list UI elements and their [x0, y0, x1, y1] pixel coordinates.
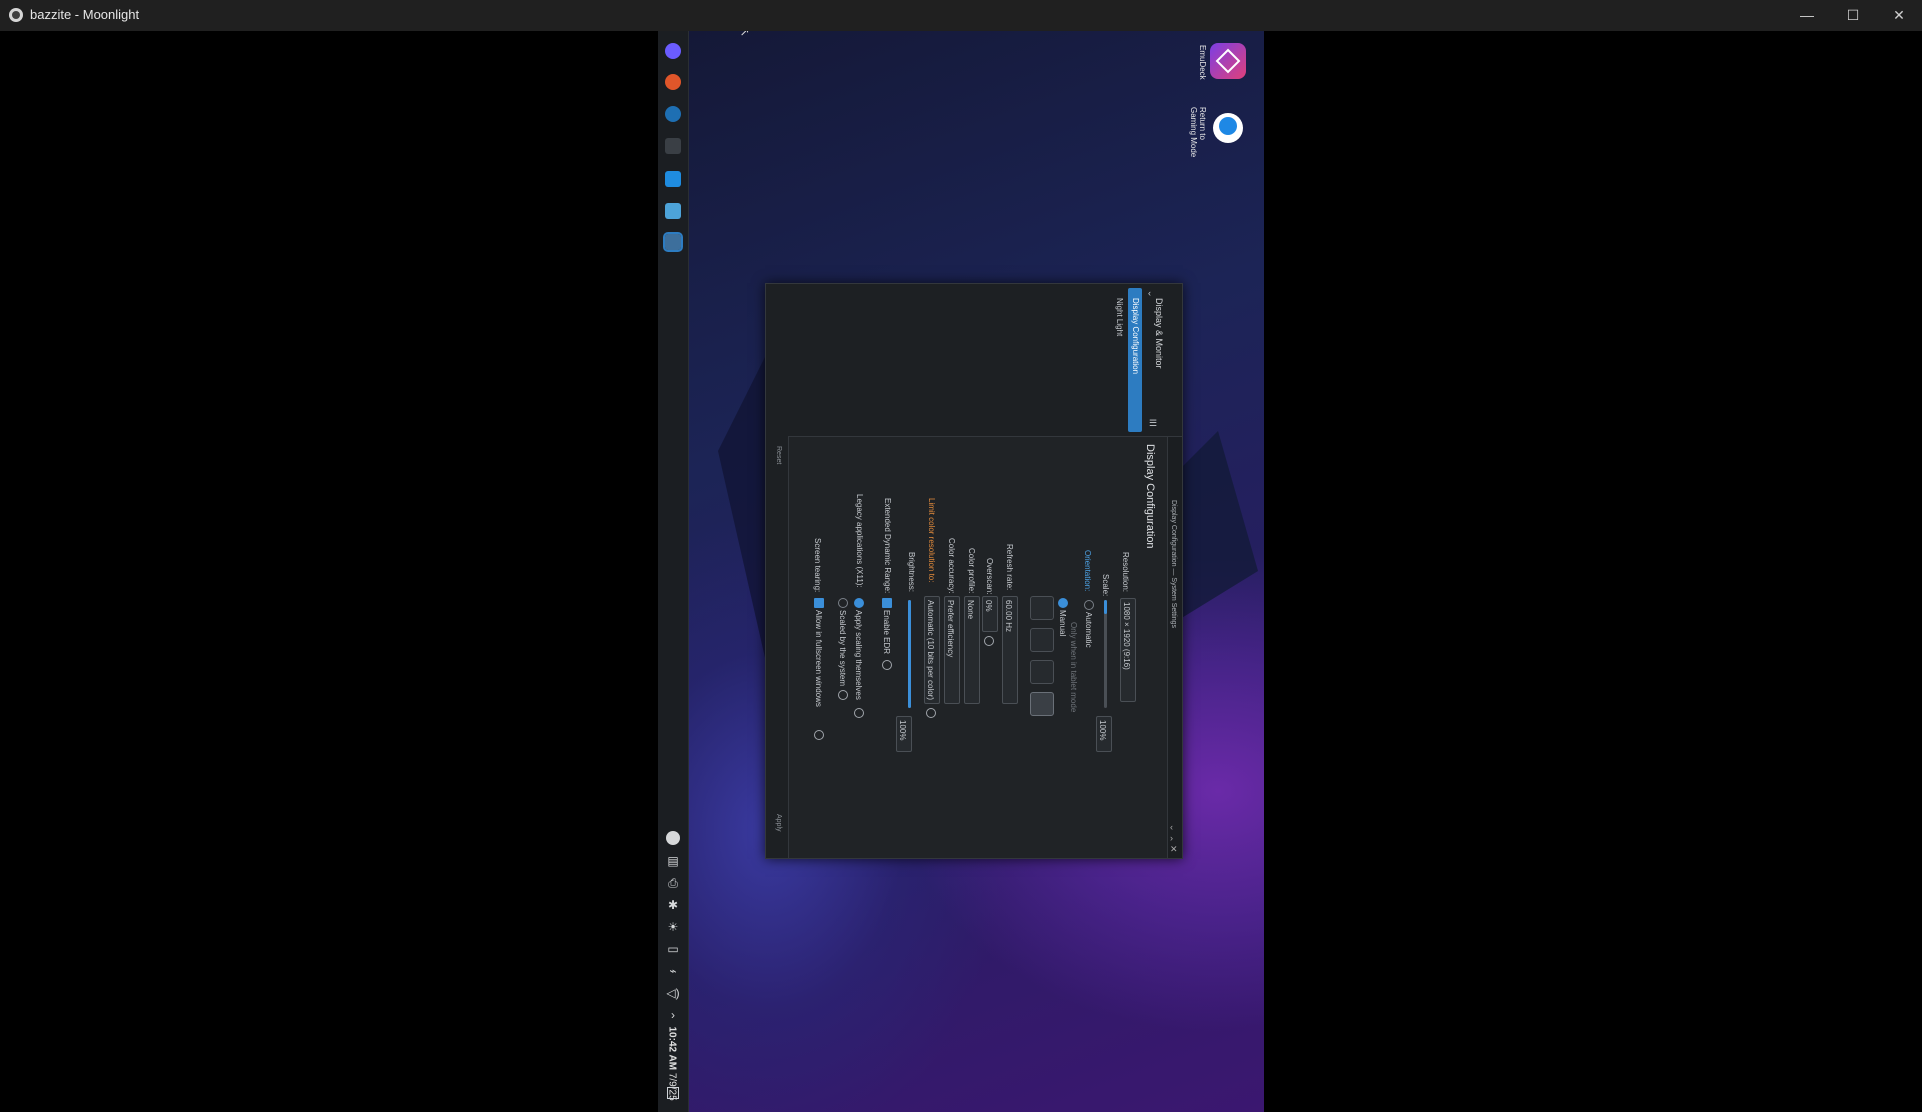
enable-edr-label: Enable EDR: [882, 610, 891, 655]
settings-maximize-icon[interactable]: ›: [1170, 833, 1173, 843]
brightness-slider-fill: [908, 600, 911, 708]
clipboard-icon[interactable]: ▤: [666, 854, 680, 868]
legacy-scaled-system-radio[interactable]: [838, 598, 848, 608]
orientation-landscape-flipped-button[interactable]: [1030, 692, 1054, 716]
firefox-icon[interactable]: [665, 74, 681, 90]
enable-edr-checkbox[interactable]: [882, 598, 892, 608]
scale-slider[interactable]: [1104, 600, 1107, 708]
orientation-automatic-label: Automatic: [1084, 612, 1093, 648]
emudeck-label: EmuDeck: [1198, 45, 1207, 80]
terminal-icon[interactable]: [665, 138, 681, 154]
page-title: Display Configuration: [1144, 444, 1156, 549]
orientation-portrait-button[interactable]: [1030, 596, 1054, 620]
limit-color-info-icon[interactable]: [926, 708, 936, 718]
resolution-value: 1080 × 1920 (9:16): [1122, 602, 1131, 670]
legacy-apply-scaling-radio[interactable]: [854, 598, 864, 608]
network-icon[interactable]: ⌁: [666, 964, 680, 978]
sidebar-item-night-light[interactable]: Night Light: [1115, 298, 1124, 336]
steam-tray-icon[interactable]: [666, 831, 680, 845]
sidebar-item-label: Display Configuration: [1131, 298, 1140, 375]
printer-icon[interactable]: ⎙: [666, 876, 680, 890]
legacy-apply-scaling-label: Apply scaling themselves: [854, 610, 863, 700]
system-settings-window: Display Configuration — System Settings …: [765, 283, 1183, 859]
color-accuracy-label: Color accuracy:: [947, 538, 956, 594]
app-launcher-icon[interactable]: [665, 43, 681, 59]
apply-button[interactable]: Apply: [775, 814, 782, 832]
scale-value: 100%: [1098, 720, 1107, 741]
refresh-rate-value: 60.00 Hz: [1004, 600, 1013, 633]
discover-icon[interactable]: [665, 171, 681, 187]
clock[interactable]: 10:42 AM 7/9/25: [660, 1027, 690, 1101]
legacy-scaled-system-info-icon[interactable]: [838, 690, 848, 700]
color-profile-value: None: [966, 600, 975, 620]
brightness-label: Brightness:: [907, 552, 916, 593]
color-profile-label: Color profile:: [967, 548, 976, 594]
color-accuracy-value: Prefer efficiency: [946, 600, 955, 658]
taskbar: ▤ ⎙ ✱ ☀ ▭ ⌁ ◁) › 10:42 AM 7/9/25: [658, 31, 689, 1112]
screen-tearing-label: Screen tearing:: [813, 538, 822, 593]
file-manager-icon[interactable]: [665, 203, 681, 219]
orientation-label: Orientation:: [1083, 550, 1092, 592]
orientation-automatic-radio[interactable]: [1084, 600, 1094, 610]
orientation-manual-label: Manual: [1058, 610, 1067, 637]
orientation-tablet-note: Only when in tablet mode: [1069, 622, 1078, 713]
return-gaming-mode-label: Return to Gaming Mode: [1189, 107, 1207, 158]
return-gaming-mode-icon[interactable]: [1213, 113, 1243, 143]
moonlight-app-icon: [9, 8, 23, 22]
legacy-apply-scaling-info-icon[interactable]: [854, 708, 864, 718]
volume-icon[interactable]: ◁): [666, 986, 680, 1000]
screen-tearing-info-icon[interactable]: [814, 730, 824, 740]
back-icon[interactable]: ‹: [1148, 288, 1151, 298]
bluetooth-icon[interactable]: ✱: [666, 898, 680, 912]
emudeck-icon[interactable]: [1210, 43, 1246, 79]
remote-desktop: ▤ ⎙ ✱ ☀ ▭ ⌁ ◁) › 10:42 AM 7/9/25 EmuDeck…: [658, 31, 1264, 1112]
close-button[interactable]: ✕: [1876, 0, 1922, 31]
settings-title: Display Configuration — System Settings: [1170, 500, 1177, 628]
limit-color-label: Limit color resolution to:: [927, 498, 936, 583]
expand-tray-icon[interactable]: ›: [666, 1008, 680, 1022]
sidebar-header: Display & Monitor: [1154, 298, 1164, 369]
legacy-apps-label: Legacy applications (X11):: [855, 494, 864, 588]
brightness-value: 100%: [898, 720, 907, 741]
orientation-portrait-flipped-button[interactable]: [1030, 660, 1054, 684]
edr-label: Extended Dynamic Range:: [883, 498, 892, 594]
action-bar: Reset Apply: [766, 436, 789, 858]
system-settings-icon[interactable]: [663, 232, 683, 252]
orientation-landscape-button[interactable]: [1030, 628, 1054, 652]
brightness-icon[interactable]: ☀: [666, 920, 680, 934]
overscan-value: 0%: [984, 600, 993, 612]
refresh-rate-label: Refresh rate:: [1005, 544, 1014, 591]
allow-tearing-label: Allow in fullscreen windows: [814, 610, 823, 707]
orientation-manual-radio[interactable]: [1058, 598, 1068, 608]
minimize-button[interactable]: —: [1784, 0, 1830, 31]
allow-tearing-checkbox[interactable]: [814, 598, 824, 608]
limit-color-value: Automatic (10 bits per color): [926, 600, 935, 701]
steam-icon[interactable]: [665, 106, 681, 122]
mouse-cursor-icon: ↖: [738, 31, 753, 38]
resolution-label: Resolution:: [1121, 552, 1130, 593]
window-titlebar: bazzite - Moonlight — ☐ ✕: [0, 0, 1922, 31]
window-title: bazzite - Moonlight: [30, 7, 140, 22]
edr-info-icon[interactable]: [882, 660, 892, 670]
settings-close-icon[interactable]: ✕: [1170, 844, 1178, 855]
settings-minimize-icon[interactable]: ‹: [1170, 822, 1173, 832]
reset-button[interactable]: Reset: [775, 446, 782, 464]
settings-sidebar: ‹ Display & Monitor ☰ Display Configurat…: [766, 284, 1182, 437]
clock-time: 10:42 AM: [666, 1026, 678, 1071]
overscan-info-icon[interactable]: [984, 636, 994, 646]
scale-label: Scale:: [1101, 574, 1110, 597]
menu-icon[interactable]: ☰: [1149, 418, 1157, 429]
show-desktop-icon[interactable]: [667, 1087, 679, 1099]
legacy-scaled-system-label: Scaled by the system: [838, 610, 847, 687]
scale-slider-fill: [1104, 600, 1107, 614]
maximize-button[interactable]: ☐: [1830, 0, 1876, 31]
overscan-label: Overscan:: [985, 558, 994, 595]
display-icon[interactable]: ▭: [666, 942, 680, 956]
